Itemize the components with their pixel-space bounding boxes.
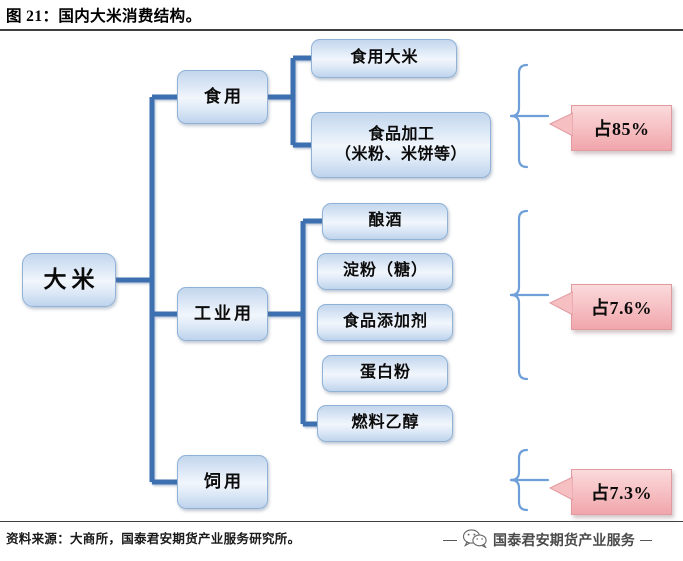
figure-source: 资料来源：大商所，国泰君安期货产业服务研究所。: [6, 532, 301, 546]
callout-feed-percent-label: 占7.3%: [591, 483, 652, 503]
callout-industrial-percent-label: 占7.6%: [591, 298, 652, 318]
callout-industrial-percent[interactable]: 占7.6%: [549, 284, 672, 330]
node-brewing-label: 酿酒: [368, 212, 403, 230]
watermark-rule-right: [640, 539, 652, 541]
node-food-use-label: 食用: [204, 87, 244, 107]
node-root-rice-label: 大米: [43, 267, 100, 293]
figure-title: 图 21：国内大米消费结构。: [6, 8, 202, 25]
node-industrial-use[interactable]: 工业用: [177, 287, 268, 341]
watermark-label: 国泰君安期货产业服务: [493, 534, 635, 549]
node-brewing[interactable]: 酿酒: [322, 203, 448, 240]
figure-container: 图 21：国内大米消费结构。 大米 食用 工业用 饲用 食用大米 食品加工 （米…: [0, 0, 683, 561]
callout-food-percent[interactable]: 占85%: [549, 105, 672, 151]
node-feed-use-label: 饲用: [204, 472, 244, 492]
node-root-rice[interactable]: 大米: [22, 253, 116, 307]
watermark: 国泰君安期货产业服务: [443, 523, 683, 557]
callout-feed-percent[interactable]: 占7.3%: [549, 469, 672, 515]
rice-consumption-diagram: 大米 食用 工业用 饲用 食用大米 食品加工 （米粉、米饼等） 酿酒 淀粉（糖）…: [0, 31, 683, 521]
watermark-rule-left: [443, 539, 457, 541]
node-food-additive[interactable]: 食品添加剂: [317, 304, 453, 341]
callout-tail-icon: [549, 291, 573, 317]
callout-food-percent-label: 占85%: [593, 119, 650, 139]
node-food-use[interactable]: 食用: [177, 70, 268, 124]
node-feed-use[interactable]: 饲用: [177, 455, 268, 509]
node-protein-powder-label: 蛋白粉: [359, 364, 411, 382]
node-food-processing-label: 食品加工 （米粉、米饼等）: [334, 125, 467, 163]
node-protein-powder[interactable]: 蛋白粉: [322, 355, 448, 392]
node-industrial-use-label: 工业用: [194, 304, 254, 324]
node-food-additive-label: 食品添加剂: [342, 313, 428, 331]
node-food-processing[interactable]: 食品加工 （米粉、米饼等）: [311, 112, 491, 178]
node-starch-sugar-label: 淀粉（糖）: [342, 262, 428, 280]
callout-tail-icon: [549, 476, 573, 502]
node-starch-sugar[interactable]: 淀粉（糖）: [317, 253, 453, 290]
callout-tail-icon: [549, 112, 573, 138]
footer-divider: [0, 521, 683, 522]
node-edible-rice[interactable]: 食用大米: [311, 39, 457, 78]
node-edible-rice-label: 食用大米: [350, 49, 419, 67]
node-fuel-ethanol[interactable]: 燃料乙醇: [317, 405, 453, 442]
wechat-icon: [462, 528, 488, 553]
node-fuel-ethanol-label: 燃料乙醇: [351, 414, 420, 432]
